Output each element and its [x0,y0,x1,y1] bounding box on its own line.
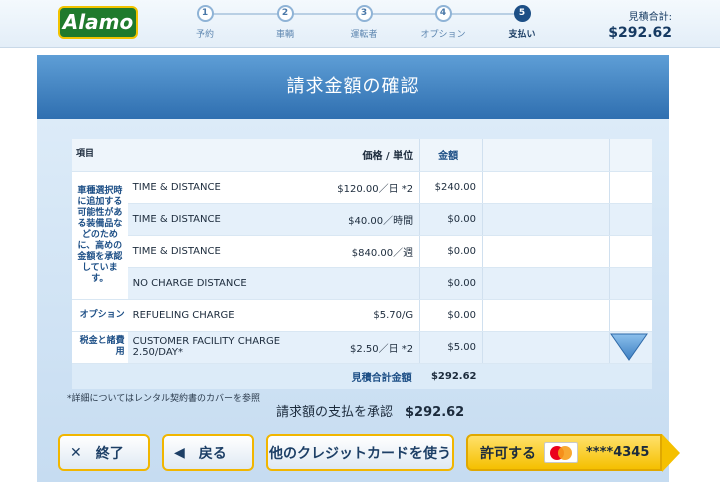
row-amount: $0.00 [419,299,483,332]
footnote: *詳細についてはレンタル契約書のカバーを参照 [67,394,261,404]
top-header: Alamo 1 予約 2 車輌 3 運転者 4 オプション 5 支払い 見積合計… [0,0,720,48]
row-amount: $0.00 [419,235,483,268]
row-amount: $5.00 [419,331,483,364]
total-empty [482,363,652,389]
header-amount: 金額 [419,139,483,172]
table-row: 税金と諸費用 CUSTOMER FACILITY CHARGE 2.50/DAY… [72,331,652,364]
step-2-label: 車輌 [275,30,294,40]
page-title: 請求金額の確認 [286,76,420,97]
estimate-summary: 見積合計: $292.62 [608,8,672,41]
step-4-label: オプション [420,30,466,40]
header-empty-1 [482,139,610,172]
step-5-number: 5 [513,5,531,22]
category-vehicle: 車種選択時に追加する可能性がある装備品などのために、高めの金額を承認しています。 [72,171,128,300]
table-row: TIME & DISTANCE $40.00／時間 $0.00 [72,203,652,236]
step-1-number: 1 [196,5,214,22]
other-card-button[interactable]: 他のクレジットカードを使う [266,434,454,471]
row-desc: CUSTOMER FACILITY CHARGE 2.50/DAY* [127,331,293,364]
row-price: $5.70/G [292,299,420,332]
approve-value: $292.62 [405,405,465,420]
category-options: オプション [72,299,128,332]
step-3: 3 運転者 [329,5,399,40]
exit-button[interactable]: ✕ 終了 [58,434,150,471]
row-price: $840.00／週 [292,235,420,268]
table-row: オプション REFUELING CHARGE $5.70/G $0.00 [72,299,652,332]
card-number: ****4345 [586,445,650,460]
row-empty-2 [608,203,652,236]
table-header-row: 項目 価格 / 単位 金額 [72,139,652,172]
estimate-value: $292.62 [608,25,672,41]
scroll-down-arrow-icon[interactable] [609,332,649,362]
header-price: 価格 / 単位 [292,139,420,172]
row-amount: $240.00 [419,171,483,204]
row-empty-1 [482,267,610,300]
category-taxes-fees: 税金と諸費用 [72,331,128,364]
row-empty-2 [608,171,652,204]
mastercard-icon [544,442,578,463]
step-2-number: 2 [276,5,294,22]
close-icon: ✕ [70,444,82,461]
exit-label: 終了 [95,445,124,462]
row-empty-1 [482,235,610,268]
table-row: 車種選択時に追加する可能性がある装備品などのために、高めの金額を承認しています。… [72,171,652,300]
row-empty-1 [482,203,610,236]
row-empty-2 [608,267,652,300]
row-amount: $0.00 [419,203,483,236]
step-4: 4 オプション [408,5,478,40]
total-row: 見積合計金額 $292.62 [72,363,652,389]
row-desc: TIME & DISTANCE [127,235,293,268]
table-row: TIME & DISTANCE $840.00／週 $0.00 [72,235,652,268]
step-2: 2 車輌 [250,5,320,40]
authorize-label: 許可する [480,445,536,462]
step-3-number: 3 [355,5,373,22]
row-empty-2 [608,299,652,332]
row-price: $120.00／日 *2 [292,171,420,204]
back-button[interactable]: ◀ 戻る [162,434,254,471]
row-desc: NO CHARGE DISTANCE [127,267,293,300]
back-arrow-icon: ◀ [174,444,185,461]
header-empty-2 [608,139,652,172]
row-desc: REFUELING CHARGE [127,299,293,332]
step-1-label: 予約 [195,30,214,40]
row-price: $2.50／日 *2 [292,331,420,364]
charges-table: 項目 価格 / 単位 金額 車種選択時に追加する可能性がある装備品などのために、… [72,139,652,389]
row-empty-1 [482,171,610,204]
row-empty-1 [482,331,610,364]
row-empty-1 [482,299,610,332]
table-row: NO CHARGE DISTANCE $0.00 [72,267,652,300]
row-amount: $0.00 [419,267,483,300]
back-label: 戻る [198,445,227,462]
authorize-button[interactable]: 許可する ****4345 [466,434,680,472]
step-4-number: 4 [434,5,452,22]
row-desc: TIME & DISTANCE [127,203,293,236]
logo-text: Alamo [62,10,134,34]
row-empty-2 [608,235,652,268]
row-desc: TIME & DISTANCE [127,171,293,204]
step-1: 1 予約 [170,5,240,40]
title-bar: 請求金額の確認 [37,55,669,119]
approve-summary: 請求額の支払を承認 $292.62 [276,401,464,420]
alamo-logo: Alamo [58,6,138,39]
step-5: 5 支払い [487,5,557,40]
step-5-label: 支払い [508,30,536,40]
header-item: 項目 [72,139,293,172]
step-3-label: 運転者 [350,30,378,40]
row-price [292,267,420,300]
total-value: $292.62 [419,363,483,389]
total-label: 見積合計金額 [72,363,420,389]
estimate-label: 見積合計: [628,12,672,23]
row-price: $40.00／時間 [292,203,420,236]
other-card-label: 他のクレジットカードを使う [269,445,451,462]
approve-label: 請求額の支払を承認 [276,405,394,420]
